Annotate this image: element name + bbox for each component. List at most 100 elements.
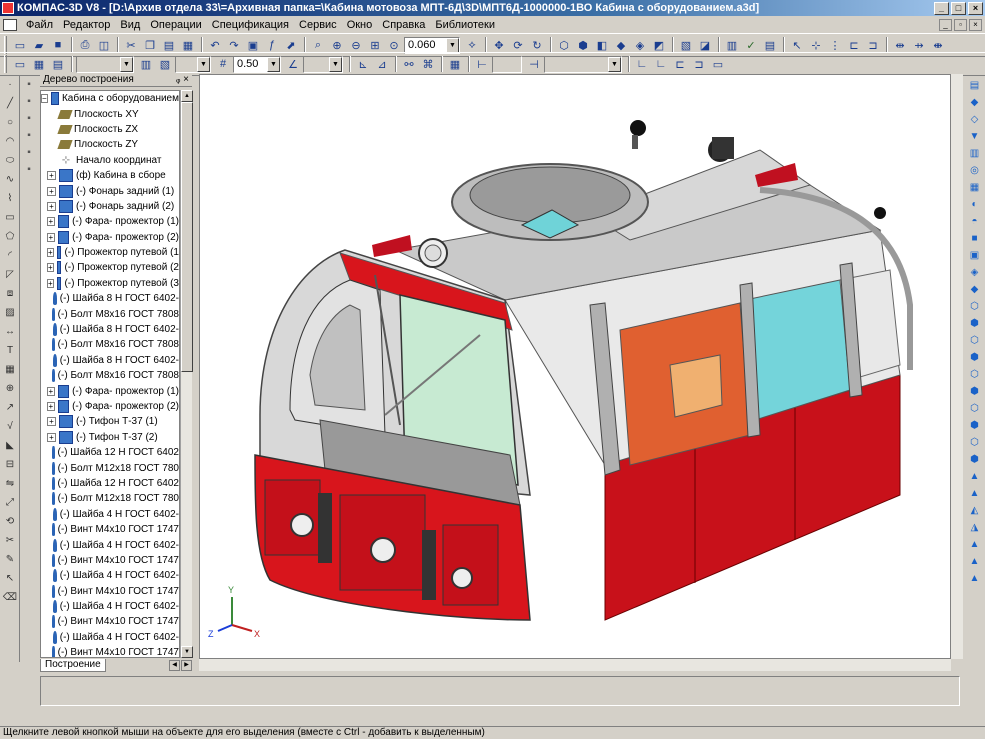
- scroll-thumb[interactable]: [181, 102, 193, 372]
- tool-1-icon[interactable]: ▪: [22, 78, 36, 92]
- local-cs-icon[interactable]: ⊿: [373, 55, 391, 73]
- expand-icon[interactable]: +: [47, 278, 54, 288]
- close-button[interactable]: ×: [968, 1, 983, 15]
- state-icon[interactable]: ▭: [11, 55, 29, 73]
- chamfer-icon[interactable]: ◸: [2, 267, 18, 283]
- rtool-5-icon[interactable]: ▥: [967, 146, 982, 161]
- tree-item[interactable]: + (-) Прожектор путевой (1: [41, 245, 179, 260]
- arc-icon[interactable]: ◠: [2, 134, 18, 150]
- rtool-21-icon[interactable]: ⬢: [967, 418, 982, 433]
- tree-item[interactable]: (-) Болт М8х16 ГОСТ 7808: [41, 306, 179, 321]
- tree-item[interactable]: Плоскость ZY: [41, 137, 179, 152]
- rtool-18-icon[interactable]: ⬡: [967, 367, 982, 382]
- minimize-button[interactable]: _: [934, 1, 949, 15]
- spline-icon[interactable]: ∿: [2, 172, 18, 188]
- polyline-icon[interactable]: ⌇: [2, 191, 18, 207]
- style-combo[interactable]: ▼: [175, 55, 211, 73]
- hatch-icon[interactable]: ▨: [2, 305, 18, 321]
- tool-4-icon[interactable]: ▪: [22, 129, 36, 143]
- tree-item[interactable]: (-) Шайба 8 Н ГОСТ 6402-: [41, 353, 179, 368]
- expand-icon[interactable]: +: [47, 386, 55, 396]
- rtool-26-icon[interactable]: ◭: [967, 503, 982, 518]
- rtool-1-icon[interactable]: ▤: [967, 78, 982, 93]
- filter-icon[interactable]: ⌘: [419, 55, 437, 73]
- view-1-icon[interactable]: ∟: [633, 55, 651, 73]
- rtool-28-icon[interactable]: ▲: [967, 537, 982, 552]
- tree-item[interactable]: + (-) Прожектор путевой (2: [41, 260, 179, 275]
- tree-item[interactable]: (-) Болт М8х16 ГОСТ 7808: [41, 368, 179, 383]
- rtool-17-icon[interactable]: ⬢: [967, 350, 982, 365]
- mirror-icon[interactable]: ⇋: [2, 476, 18, 492]
- tool-6-icon[interactable]: ▪: [22, 163, 36, 177]
- tree-item[interactable]: + (-) Тифон Т-37 (2): [41, 430, 179, 445]
- tab-next-icon[interactable]: ▶: [181, 660, 192, 671]
- expand-icon[interactable]: +: [47, 417, 56, 427]
- rectangle-icon[interactable]: ▭: [2, 210, 18, 226]
- circle-icon[interactable]: ○: [2, 115, 18, 131]
- menu-view[interactable]: Вид: [115, 17, 145, 33]
- tree-item[interactable]: (-) Болт М12х18 ГОСТ 780: [41, 491, 179, 506]
- menu-libraries[interactable]: Библиотеки: [430, 17, 500, 33]
- rtool-22-icon[interactable]: ⬡: [967, 435, 982, 450]
- expand-icon[interactable]: +: [47, 232, 55, 242]
- symbol-icon[interactable]: ⊕: [2, 381, 18, 397]
- rtool-19-icon[interactable]: ⬢: [967, 384, 982, 399]
- rtool-10-icon[interactable]: ■: [967, 231, 982, 246]
- erase-icon[interactable]: ⌫: [2, 590, 18, 606]
- expand-icon[interactable]: +: [47, 402, 55, 411]
- tree-item[interactable]: (-) Винт М4х10 ГОСТ 1747: [41, 553, 179, 568]
- rtool-3-icon[interactable]: ◇: [967, 112, 982, 127]
- tree-item[interactable]: (-) Шайба 4 Н ГОСТ 6402-: [41, 537, 179, 552]
- ortho-icon[interactable]: ⊾: [354, 55, 372, 73]
- menu-help[interactable]: Справка: [377, 17, 430, 33]
- view-2-icon[interactable]: ∟: [652, 55, 670, 73]
- coord-x-icon[interactable]: ⊢: [473, 55, 491, 73]
- tree-item[interactable]: + (-) Фара- прожектор (1): [41, 214, 179, 229]
- chevron-down-icon[interactable]: ▼: [446, 37, 459, 53]
- scale-icon[interactable]: ⤢: [2, 495, 18, 511]
- tree-item[interactable]: + (ф) Кабина в сборе: [41, 168, 179, 183]
- link-icon[interactable]: ⚯: [400, 55, 418, 73]
- expand-icon[interactable]: +: [47, 248, 54, 258]
- tolerance-icon[interactable]: ⊟: [2, 457, 18, 473]
- tree-item[interactable]: + (-) Тифон Т-37 (1): [41, 414, 179, 429]
- tab-build[interactable]: Построение: [40, 659, 106, 672]
- doc-close-button[interactable]: ×: [969, 18, 982, 31]
- menu-specification[interactable]: Спецификация: [207, 17, 294, 33]
- rtool-14-icon[interactable]: ⬡: [967, 299, 982, 314]
- tree-item[interactable]: ⊹ Начало координат: [41, 153, 179, 168]
- tree-item[interactable]: + (-) Фара- прожектор (2): [41, 230, 179, 245]
- layer-icon[interactable]: ▦: [30, 55, 48, 73]
- tree-pin-close[interactable]: ᵩ ×: [176, 74, 189, 85]
- grid-icon[interactable]: #: [214, 55, 232, 73]
- view-3-icon[interactable]: ⊏: [671, 55, 689, 73]
- doc-restore-button[interactable]: ▫: [954, 18, 967, 31]
- tree-item[interactable]: + (-) Фонарь задний (2): [41, 199, 179, 214]
- fillet-icon[interactable]: ◜: [2, 248, 18, 264]
- coord-y-field[interactable]: ▼: [544, 55, 622, 73]
- style-list-icon[interactable]: ▧: [156, 55, 174, 73]
- tree-scrollbar[interactable]: ▲ ▼: [180, 90, 193, 658]
- collapse-icon[interactable]: −: [41, 94, 48, 104]
- rotate-tool-icon[interactable]: ⟲: [2, 514, 18, 530]
- layer-props-icon[interactable]: ▤: [49, 55, 67, 73]
- text-icon[interactable]: T: [2, 343, 18, 359]
- offset-icon[interactable]: ⧈: [2, 286, 18, 302]
- base-icon[interactable]: ◣: [2, 438, 18, 454]
- viewport-vertical-scrollbar[interactable]: [951, 74, 963, 659]
- tree-item[interactable]: (-) Шайба 4 Н ГОСТ 6402-: [41, 630, 179, 645]
- rtool-23-icon[interactable]: ⬢: [967, 452, 982, 467]
- expand-icon[interactable]: +: [47, 201, 56, 211]
- rtool-2-icon[interactable]: ◆: [967, 95, 982, 110]
- coord-x-field[interactable]: [492, 55, 522, 73]
- tree-list[interactable]: − Кабина с оборудованием Плоскость XY Пло…: [40, 90, 180, 658]
- ellipse-icon[interactable]: ⬭: [2, 153, 18, 169]
- tree-item[interactable]: + (-) Фара- прожектор (1): [41, 383, 179, 398]
- tree-item[interactable]: (-) Болт М12х18 ГОСТ 780: [41, 460, 179, 475]
- menu-window[interactable]: Окно: [342, 17, 378, 33]
- rtool-24-icon[interactable]: ▲: [967, 469, 982, 484]
- expand-icon[interactable]: +: [47, 432, 56, 442]
- expand-icon[interactable]: +: [47, 263, 54, 273]
- tree-item[interactable]: (-) Шайба 4 Н ГОСТ 6402-: [41, 568, 179, 583]
- tree-item[interactable]: (-) Шайба 4 Н ГОСТ 6402-: [41, 599, 179, 614]
